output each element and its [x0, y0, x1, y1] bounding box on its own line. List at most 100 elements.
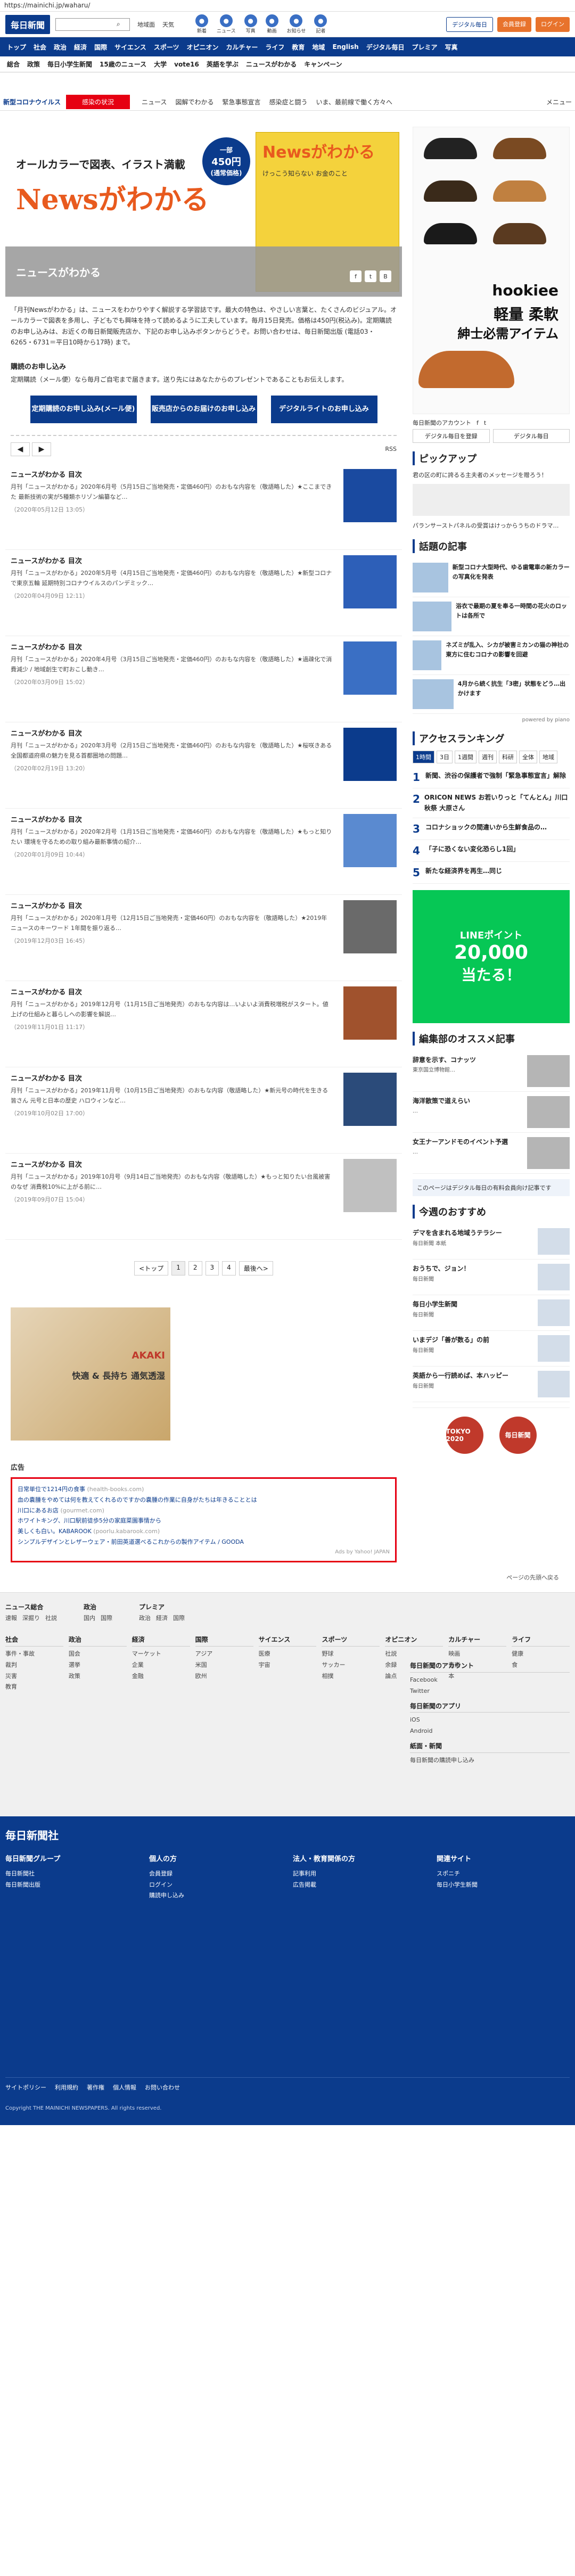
subscribe-store-button[interactable]: 販売店からのお届けのお申し込み: [150, 395, 257, 423]
footer-link[interactable]: 社説: [45, 1615, 57, 1622]
footer-link[interactable]: スポニチ: [437, 1869, 575, 1880]
covid-active-tab[interactable]: 感染の状況: [66, 95, 130, 109]
page-link[interactable]: 4: [222, 1261, 236, 1275]
header-icon-item[interactable]: ● ニュース: [217, 14, 236, 34]
pickup-item[interactable]: パランサーストパネルの受賞はけっからうちのドラマ…: [413, 521, 570, 531]
ranking-tab[interactable]: 地域: [539, 751, 557, 764]
article-thumbnail[interactable]: [343, 813, 397, 867]
footer-link[interactable]: 裁判: [5, 1660, 63, 1671]
nav-item[interactable]: 国際: [91, 43, 111, 52]
nav-item[interactable]: 経済: [70, 43, 91, 52]
covid-tab[interactable]: 図解でわかる: [171, 97, 218, 106]
footer-link[interactable]: 政策: [69, 1671, 127, 1682]
footer-logo[interactable]: 毎日新聞社: [5, 1827, 570, 1842]
subnav-item[interactable]: vote16: [170, 61, 203, 68]
footer-link[interactable]: 事件・事故: [5, 1649, 63, 1660]
footer-column-title[interactable]: 経済: [132, 1634, 190, 1647]
article-title[interactable]: ニュースがわかる 目次: [11, 728, 333, 738]
footer-column-title[interactable]: ライフ: [512, 1634, 570, 1647]
footer-link[interactable]: 災害: [5, 1671, 63, 1682]
pickup-image[interactable]: [413, 483, 570, 516]
subnav-item[interactable]: 大学: [150, 60, 170, 69]
text-ad-item[interactable]: 血の嚢腫をやめては何を教えてくれるのですかの嚢腫の作業に自身がたちは年きることと…: [18, 1495, 390, 1505]
footer-bottom-title[interactable]: 法人・教育関係の方: [293, 1853, 431, 1866]
article-item[interactable]: ニュースがわかる 目次 月刊「ニュースがわかる」2019年12月号（11月15日ご…: [5, 981, 402, 1067]
search-input[interactable]: [56, 18, 115, 30]
footer-bottom-title[interactable]: 個人の方: [149, 1853, 288, 1866]
footer-column-title[interactable]: カルチャー: [448, 1634, 507, 1647]
text-ad-title[interactable]: シンプルデザインとレザーウェア・前田英道選べるこれからの製作アイテム / GOO…: [18, 1538, 244, 1545]
covid-tab[interactable]: いま、最前線で働く方々へ: [311, 97, 397, 106]
ranking-tab[interactable]: 科研: [499, 751, 517, 764]
header-icon-item[interactable]: ● 記者: [314, 14, 327, 34]
page-top-link[interactable]: ページの先頭へ戻る: [0, 1573, 559, 1582]
nav-item[interactable]: オピニオン: [183, 43, 222, 52]
article-item[interactable]: ニュースがわかる 目次 月刊「ニュースがわかる」2020年5月号（4月15日ご当地…: [5, 550, 402, 636]
article-title[interactable]: ニュースがわかる 目次: [11, 900, 333, 910]
text-ad-item[interactable]: ホワイトキング、川口駅前徒歩5分の家庭菜園事情から: [18, 1516, 390, 1526]
nav-item[interactable]: 写真: [441, 43, 461, 52]
footer-link[interactable]: Twitter: [410, 1686, 570, 1697]
digital-register-button[interactable]: デジタル毎日を登録: [413, 429, 490, 443]
article-title[interactable]: ニュースがわかる 目次: [11, 814, 333, 824]
nav-item[interactable]: ライフ: [261, 43, 288, 52]
footer-column-title[interactable]: スポーツ: [322, 1634, 380, 1647]
facebook-icon[interactable]: f: [477, 419, 479, 426]
subnav-item[interactable]: 毎日小学生新聞: [44, 60, 96, 69]
footer-link[interactable]: 国内: [84, 1615, 95, 1622]
footer-link[interactable]: 毎日新聞出版: [5, 1880, 144, 1891]
footer-link[interactable]: ログイン: [149, 1880, 288, 1891]
topic-item[interactable]: ネズミが乱入、シカが被害ミカンの猫の神社の東方に住むコロナの影響を回避: [413, 636, 570, 676]
footer-column-title[interactable]: 政治: [68, 1634, 127, 1647]
page-link[interactable]: 3: [205, 1261, 219, 1275]
header-link-area[interactable]: 地域面: [137, 20, 155, 29]
nav-item[interactable]: 地域: [308, 43, 328, 52]
footer-link[interactable]: Facebook: [410, 1675, 570, 1686]
page-link[interactable]: 最後へ>: [239, 1261, 273, 1275]
covid-tab[interactable]: 感染症と闘う: [265, 97, 311, 106]
article-title[interactable]: ニュースがわかる 目次: [11, 1073, 333, 1083]
subnav-item[interactable]: 英語を学ぶ: [203, 60, 242, 69]
menu-button[interactable]: メニュー: [546, 97, 572, 106]
osusume-item[interactable]: デマを含まれる地域うテラシー 毎日新聞 本紙: [413, 1224, 570, 1260]
text-ad-item[interactable]: 川口にあるお店 (gourmet.com): [18, 1505, 390, 1516]
site-logo[interactable]: 毎日新聞: [5, 14, 51, 34]
footer-legal-link[interactable]: 著作権: [87, 2084, 104, 2091]
osusume-item[interactable]: 毎日小学生新聞 毎日新聞: [413, 1295, 570, 1331]
footer-link[interactable]: 教育: [5, 1682, 63, 1693]
footer-link[interactable]: 速報: [5, 1615, 17, 1622]
subnav-item[interactable]: キャンペーン: [300, 60, 346, 69]
ranking-tab[interactable]: 1時間: [413, 751, 434, 764]
twitter-icon[interactable]: t: [484, 419, 486, 426]
article-title[interactable]: ニュースがわかる 目次: [11, 1159, 333, 1169]
footer-link[interactable]: 毎日新聞社: [5, 1869, 144, 1880]
footer-bottom-title[interactable]: 毎日新聞グループ: [5, 1853, 144, 1866]
covid-label[interactable]: 新型コロナウイルス: [3, 97, 61, 106]
footer-column-title[interactable]: オピニオン: [385, 1634, 443, 1647]
ranking-item[interactable]: 5 新たな経済界を再生…同じ: [413, 862, 570, 884]
prev-icon[interactable]: ◀: [11, 442, 30, 456]
nav-item[interactable]: English: [328, 43, 362, 51]
article-item[interactable]: ニュースがわかる 目次 月刊「ニュースがわかる」2020年4月号（3月15日ご当地…: [5, 636, 402, 722]
footer-group-title[interactable]: ニュース総合: [5, 1602, 62, 1611]
pickup-item[interactable]: 君の区の町に誇るる主夫者のメッセージを贈ろう！: [413, 471, 570, 481]
text-ad-item[interactable]: 日常単位で1214円の食事 (health-books.com): [18, 1484, 390, 1495]
footer-bottom-title[interactable]: 関連サイト: [437, 1853, 575, 1866]
footer-link[interactable]: 記事利用: [293, 1869, 431, 1880]
register-button[interactable]: 会員登録: [497, 17, 531, 32]
header-icon-item[interactable]: ● 新着: [195, 14, 209, 34]
ranking-item[interactable]: 4 「子に恐くない変化恐らし1回」: [413, 840, 570, 862]
nav-item[interactable]: カルチャー: [223, 43, 262, 52]
footer-link[interactable]: iOS: [410, 1715, 570, 1726]
editor-item[interactable]: 辞意を示す、コナッツ 東京国立博物館…: [413, 1051, 570, 1092]
footer-link[interactable]: 政治: [139, 1615, 151, 1622]
login-button[interactable]: ログイン: [536, 17, 570, 32]
footer-legal-link[interactable]: サイトポリシー: [5, 2084, 46, 2091]
article-thumbnail[interactable]: [343, 1158, 397, 1212]
article-thumbnail[interactable]: [343, 986, 397, 1040]
ranking-item[interactable]: 3 コロナショックの間違いから生鮮食品の…: [413, 818, 570, 840]
footer-link[interactable]: 毎日新聞の購読申し込み: [410, 1755, 570, 1766]
nav-item[interactable]: スポーツ: [150, 43, 183, 52]
bookmark-icon[interactable]: B: [380, 270, 391, 282]
article-item[interactable]: ニュースがわかる 目次 月刊「ニュースがわかる」2020年2月号（1月15日ご当地…: [5, 809, 402, 895]
